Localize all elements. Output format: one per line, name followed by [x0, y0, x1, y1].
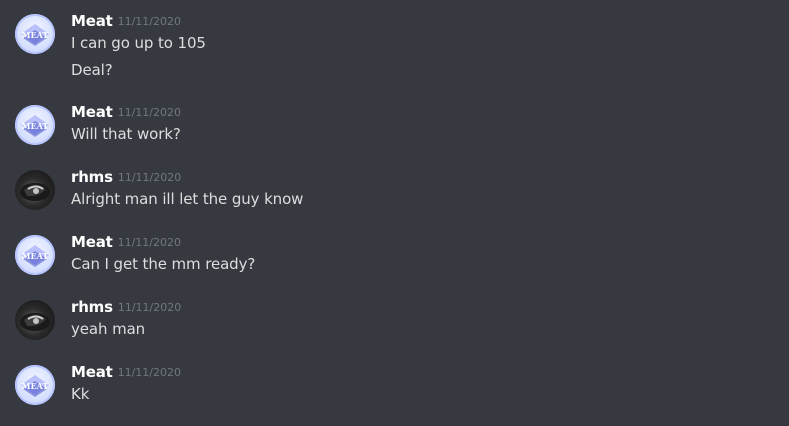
username[interactable]: Meat [71, 233, 113, 251]
rhms-avatar[interactable] [15, 300, 55, 340]
rhms-avatar[interactable] [15, 170, 55, 210]
message-text: Will that work? [71, 125, 181, 143]
svg-text:MEAT: MEAT [22, 251, 49, 261]
message-header: Meat 11/11/2020 [71, 11, 181, 33]
timestamp[interactable]: 11/11/2020 [118, 171, 181, 184]
message-text: Kk [71, 385, 90, 403]
meat-logo-icon: MEAT [21, 115, 49, 137]
message-text: Can I get the mm ready? [71, 255, 256, 273]
timestamp[interactable]: 11/11/2020 [118, 366, 181, 379]
message-text: I can go up to 105 [71, 34, 206, 52]
message-text: Alright man ill let the guy know [71, 190, 304, 208]
username[interactable]: rhms [71, 168, 113, 186]
meat-avatar[interactable]: MEAT [15, 365, 55, 405]
meat-logo-icon: MEAT [21, 375, 49, 397]
username[interactable]: rhms [71, 298, 113, 316]
svg-text:MEAT: MEAT [22, 381, 49, 391]
message-header: rhms 11/11/2020 [71, 167, 181, 189]
timestamp[interactable]: 11/11/2020 [118, 236, 181, 249]
chat-message-list: MEAT Meat 11/11/2020 I can go up to 105 D… [0, 0, 789, 426]
username[interactable]: Meat [71, 363, 113, 381]
username[interactable]: Meat [71, 103, 113, 121]
meat-avatar[interactable]: MEAT [15, 14, 55, 54]
svg-text:MEAT: MEAT [22, 121, 49, 131]
meat-logo-icon: MEAT [21, 24, 49, 46]
timestamp[interactable]: 11/11/2020 [118, 106, 181, 119]
meat-avatar[interactable]: MEAT [15, 235, 55, 275]
username[interactable]: Meat [71, 12, 113, 30]
message-text: Deal? [71, 61, 113, 79]
message-header: Meat 11/11/2020 [71, 232, 181, 254]
meat-avatar[interactable]: MEAT [15, 105, 55, 145]
timestamp[interactable]: 11/11/2020 [118, 15, 181, 28]
message-header: Meat 11/11/2020 [71, 362, 181, 384]
svg-text:MEAT: MEAT [22, 30, 49, 40]
meat-logo-icon: MEAT [21, 245, 49, 267]
car-headlight-icon [20, 313, 50, 331]
timestamp[interactable]: 11/11/2020 [118, 301, 181, 314]
message-header: Meat 11/11/2020 [71, 102, 181, 124]
car-headlight-icon [20, 183, 50, 201]
message-text: yeah man [71, 320, 146, 338]
message-header: rhms 11/11/2020 [71, 297, 181, 319]
